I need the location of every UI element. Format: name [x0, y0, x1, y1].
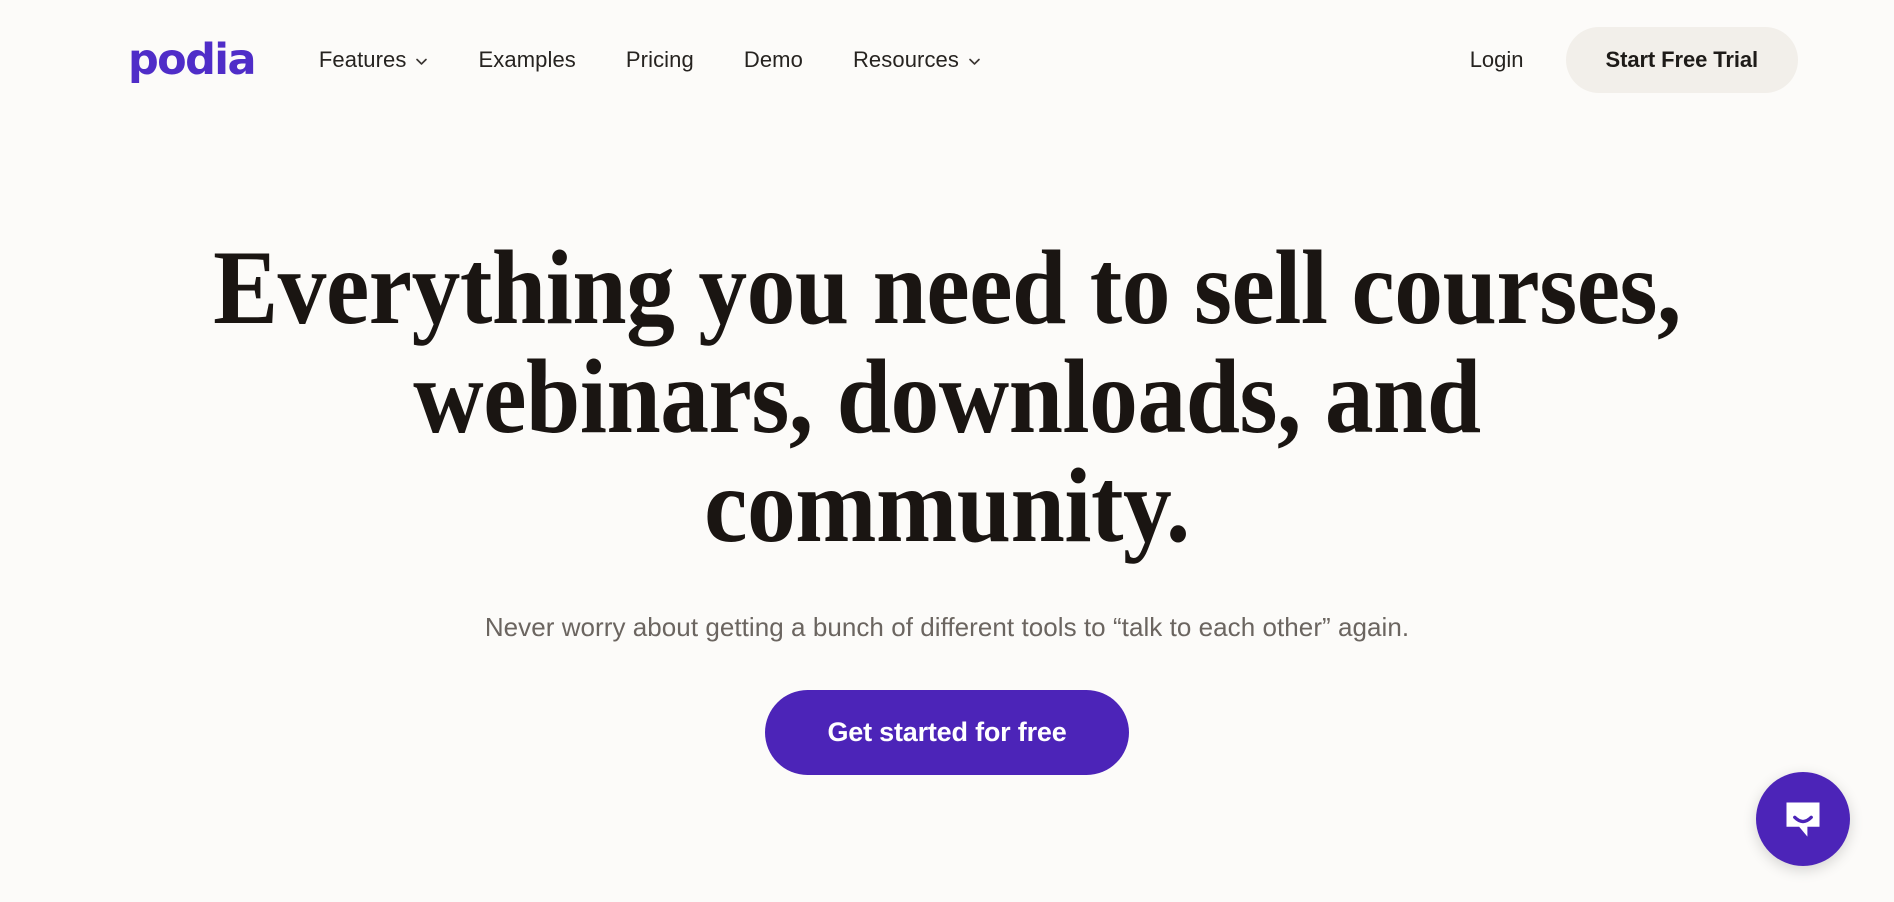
nav-item-demo[interactable]: Demo	[719, 37, 828, 83]
nav-item-label: Examples	[478, 47, 576, 72]
page-title: Everything you need to sell courses, web…	[186, 233, 1708, 561]
hero-section: Everything you need to sell courses, web…	[0, 120, 1894, 776]
hero-cta-container: Get started for free	[120, 690, 1774, 776]
nav-item-resources[interactable]: Resources	[828, 37, 1006, 83]
chevron-down-icon	[968, 55, 981, 68]
nav-item-label: Pricing	[625, 47, 694, 72]
nav-item-pricing[interactable]: Pricing	[601, 37, 719, 83]
podia-logo[interactable]: podia	[128, 38, 256, 82]
login-link[interactable]: Login	[1440, 37, 1554, 83]
chevron-down-icon	[415, 55, 428, 68]
nav-item-label: Features	[318, 47, 407, 72]
nav-item-features[interactable]: Features	[319, 37, 454, 83]
page-title-line: webinars, downloads, and	[413, 338, 1481, 456]
page-title-line: Everything you need to sell courses,	[213, 229, 1681, 346]
nav-item-label: Demo	[743, 47, 803, 72]
nav-item-examples[interactable]: Examples	[453, 37, 600, 83]
site-header: podia Features Examples Pricing Demo Res…	[0, 0, 1894, 120]
nav-item-label: Resources	[852, 47, 959, 72]
chat-bubble-smile-icon	[1781, 797, 1825, 841]
start-free-trial-button[interactable]: Start Free Trial	[1565, 27, 1798, 93]
page-title-line: community.	[704, 447, 1190, 565]
primary-navigation: Features Examples Pricing Demo Resources	[319, 37, 1006, 83]
hero-subtitle: Never worry about getting a bunch of dif…	[484, 611, 1410, 642]
chat-launcher-button[interactable]	[1756, 772, 1850, 866]
get-started-button[interactable]: Get started for free	[765, 690, 1129, 776]
header-actions: Login Start Free Trial	[1440, 27, 1798, 93]
